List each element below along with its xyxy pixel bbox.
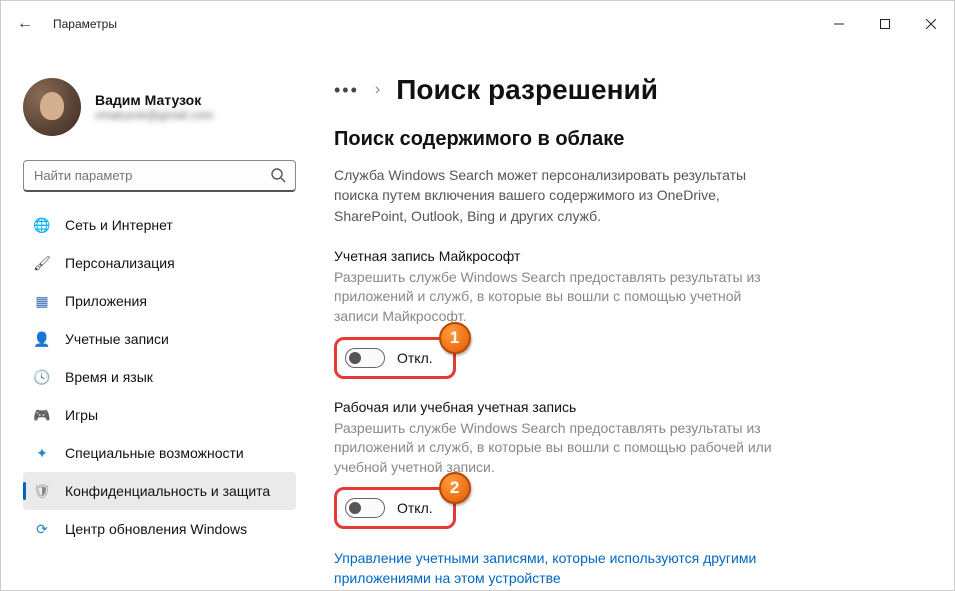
sidebar-item-time-language[interactable]: 🕓 Время и язык — [23, 358, 296, 396]
section-title: Поиск содержимого в облаке — [334, 128, 914, 151]
back-button[interactable]: ← — [17, 15, 41, 33]
setting-label: Учетная запись Майкрософт — [334, 248, 914, 264]
setting-desc: Разрешить службе Windows Search предоста… — [334, 419, 774, 478]
sidebar: Вадим Матузок vmatuzok@gmail.com 🌐 Сеть и… — [1, 46, 306, 590]
toggle-state-label: Откл. — [397, 350, 433, 366]
setting-label: Рабочая или учебная учетная запись — [334, 399, 914, 415]
network-icon: 🌐 — [33, 216, 51, 234]
setting-block: Учетная запись Майкрософт Разрешить служб… — [334, 248, 914, 379]
search-icon — [270, 167, 286, 183]
toggle-state-label: Откл. — [397, 500, 433, 516]
personalization-icon: 🖌 — [33, 254, 51, 272]
gaming-icon: 🎮 — [33, 406, 51, 424]
setting-block: Рабочая или учебная учетная запись Разреш… — [334, 399, 914, 530]
setting-desc: Разрешить службе Windows Search предоста… — [334, 268, 774, 327]
sidebar-item-label: Персонализация — [65, 255, 175, 271]
titlebar: ← Параметры — [1, 1, 954, 46]
minimize-button[interactable] — [816, 5, 862, 43]
toggle-switch[interactable] — [345, 348, 385, 368]
annotation-badge: 1 — [439, 322, 471, 354]
privacy-icon: 🛡 — [33, 482, 51, 500]
sidebar-item-gaming[interactable]: 🎮 Игры — [23, 396, 296, 434]
app-title: Параметры — [53, 17, 117, 31]
chevron-right-icon: › — [375, 81, 380, 99]
apps-icon: ▦ — [33, 292, 51, 310]
annotation-badge: 2 — [439, 472, 471, 504]
time-language-icon: 🕓 — [33, 368, 51, 386]
sidebar-item-label: Приложения — [65, 293, 147, 309]
search-input[interactable] — [23, 160, 296, 192]
manage-accounts-link[interactable]: Управление учетными записями, которые ис… — [334, 549, 774, 588]
sidebar-item-label: Игры — [65, 407, 98, 423]
nav-list: 🌐 Сеть и Интернет 🖌 Персонализация ▦ Приложен… — [23, 206, 296, 548]
page-title: Поиск разрешений — [396, 74, 658, 106]
avatar — [23, 78, 81, 136]
breadcrumb: ••• › Поиск разрешений — [334, 74, 914, 106]
sidebar-item-label: Специальные возможности — [65, 445, 244, 461]
sidebar-item-privacy[interactable]: 🛡 Конфиденциальность и защита — [23, 472, 296, 510]
profile-name: Вадим Матузок — [95, 92, 213, 108]
accessibility-icon: ✦ — [33, 444, 51, 462]
toggle-switch[interactable] — [345, 498, 385, 518]
profile-block[interactable]: Вадим Матузок vmatuzok@gmail.com — [23, 46, 296, 154]
sidebar-item-apps[interactable]: ▦ Приложения — [23, 282, 296, 320]
close-button[interactable] — [908, 5, 954, 43]
sidebar-item-accessibility[interactable]: ✦ Специальные возможности — [23, 434, 296, 472]
toggle-highlight: Откл.2 — [334, 487, 456, 529]
profile-email: vmatuzok@gmail.com — [95, 108, 213, 122]
sidebar-item-label: Центр обновления Windows — [65, 521, 247, 537]
breadcrumb-more-icon[interactable]: ••• — [334, 80, 359, 101]
sidebar-item-update[interactable]: ⟳ Центр обновления Windows — [23, 510, 296, 548]
sidebar-item-personalization[interactable]: 🖌 Персонализация — [23, 244, 296, 282]
sidebar-item-accounts[interactable]: 👤 Учетные записи — [23, 320, 296, 358]
update-icon: ⟳ — [33, 520, 51, 538]
search-wrapper — [23, 160, 296, 192]
maximize-button[interactable] — [862, 5, 908, 43]
toggle-highlight: Откл.1 — [334, 337, 456, 379]
section-desc: Служба Windows Search может персонализир… — [334, 165, 764, 226]
accounts-icon: 👤 — [33, 330, 51, 348]
sidebar-item-label: Конфиденциальность и защита — [65, 483, 270, 499]
sidebar-item-network[interactable]: 🌐 Сеть и Интернет — [23, 206, 296, 244]
content: ••• › Поиск разрешений Поиск содержимого… — [306, 46, 954, 590]
sidebar-item-label: Сеть и Интернет — [65, 217, 173, 233]
sidebar-item-label: Учетные записи — [65, 331, 169, 347]
window-controls — [816, 5, 954, 43]
sidebar-item-label: Время и язык — [65, 369, 153, 385]
